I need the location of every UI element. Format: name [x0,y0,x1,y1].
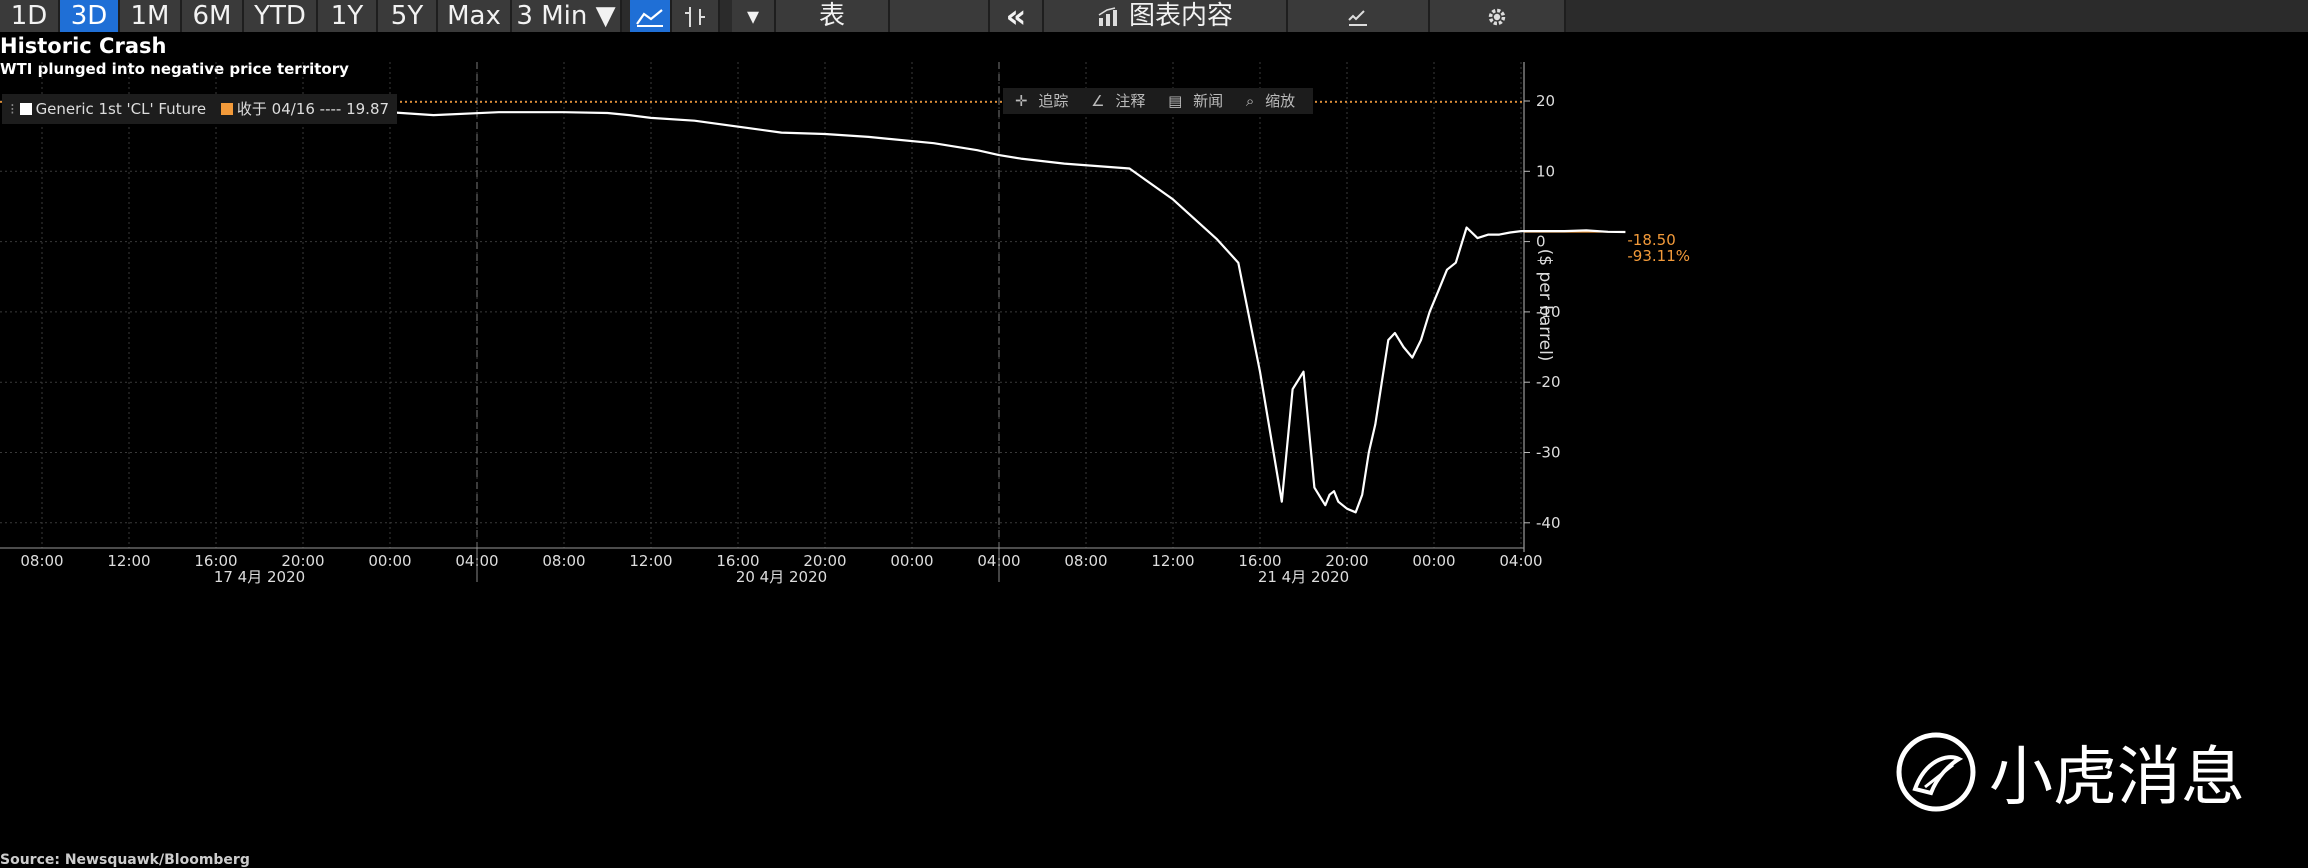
close-color-swatch [220,103,233,115]
x-tick-label: 12:00 [107,552,150,570]
x-tick-label: 00:00 [890,552,933,570]
watermark-logo [1896,732,1976,812]
x-tick-label: 00:00 [1412,552,1455,570]
y-tick-label: -20 [1536,373,1561,391]
x-tick-label: 00:00 [368,552,411,570]
legend-close-label: 收于 04/16 ---- 19.87 [236,100,390,118]
chart-legend: ⁝ Generic 1st 'CL' Future 收于 04/16 ---- … [2,94,398,124]
x-tick-label: 08:00 [20,552,63,570]
watermark: 小虎消息 [1895,726,2245,826]
y-tick-label: -30 [1536,444,1561,462]
y-tick-label: 10 [1536,162,1555,180]
y-tick-label: -40 [1536,514,1561,532]
chart-tools: ✛ 追踪 ∠ 注释 ▤ 新闻 ⌕ 缩放 [1003,88,1314,114]
x-tick-label: 04:00 [1499,552,1542,570]
percent-change-annotation: -93.11% [1627,247,1690,265]
x-date-label: 20 4月 2020 [736,568,827,586]
x-date-label: 17 4月 2020 [214,568,305,586]
y-axis-label: ($ per barrel) [1535,249,1555,362]
x-tick-label: 12:00 [1151,552,1194,570]
track-tool[interactable]: ✛ 追踪 [1015,92,1074,110]
price-series-line [41,100,1626,514]
legend-series-label: Generic 1st 'CL' Future [35,100,207,118]
x-tick-label: 08:00 [542,552,585,570]
watermark-text: 小虎消息 [1989,741,2245,815]
x-tick-label: 08:00 [1064,552,1107,570]
source-text: Source: Newsquawk/Bloomberg [0,852,250,868]
annotate-tool[interactable]: ∠ 注释 [1091,92,1151,110]
x-tick-label: 12:00 [629,552,672,570]
y-tick-label: 20 [1536,92,1555,110]
zoom-tool[interactable]: ⌕ 缩放 [1246,92,1301,110]
legend-drag-icon[interactable]: ⁝ [10,100,15,118]
x-date-label: 21 4月 2020 [1258,568,1349,586]
series-color-swatch [19,103,32,115]
news-tool[interactable]: ▤ 新闻 [1168,92,1229,110]
